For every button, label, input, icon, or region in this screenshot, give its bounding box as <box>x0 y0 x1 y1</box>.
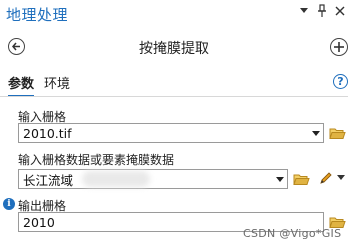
chevron-down-icon[interactable] <box>276 177 284 182</box>
help-icon[interactable]: ? <box>333 74 348 89</box>
redacted-text <box>82 171 150 187</box>
tab-parameters[interactable]: 参数 <box>8 73 35 97</box>
pin-icon[interactable] <box>315 3 329 19</box>
tool-title: 按掩膜提取 <box>139 41 209 57</box>
geoprocessing-pane: 地理处理 按掩膜提取 参数 环境 ? 输入栅格 2010.tif 输入栅格数据或… <box>0 0 348 249</box>
browse-folder-icon[interactable] <box>293 172 310 186</box>
add-button[interactable] <box>330 38 348 56</box>
pane-title: 地理处理 <box>6 6 69 24</box>
close-icon[interactable] <box>333 3 347 19</box>
tab-bar: 参数 环境 <box>8 73 70 97</box>
mask-value: 长江流域 <box>23 172 74 188</box>
watermark: CSDN @Vigo*GIS <box>243 227 342 240</box>
input-raster-field[interactable]: 2010.tif <box>18 123 324 143</box>
mask-field[interactable]: 长江流域 <box>18 169 288 189</box>
info-icon[interactable]: i <box>3 198 15 210</box>
menu-icon[interactable] <box>297 3 311 19</box>
pencil-icon[interactable] <box>318 170 334 186</box>
pane-titlebar: 地理处理 <box>0 0 348 26</box>
tab-divider <box>0 96 348 97</box>
plus-icon <box>334 42 344 52</box>
chevron-down-icon[interactable] <box>337 175 345 181</box>
browse-folder-icon[interactable] <box>329 126 346 140</box>
chevron-down-icon[interactable] <box>312 131 320 136</box>
mask-label: 输入栅格数据或要素掩膜数据 <box>18 153 175 167</box>
input-raster-value: 2010.tif <box>23 125 72 141</box>
output-raster-value: 2010 <box>23 214 55 230</box>
tab-environments[interactable]: 环境 <box>44 73 70 97</box>
